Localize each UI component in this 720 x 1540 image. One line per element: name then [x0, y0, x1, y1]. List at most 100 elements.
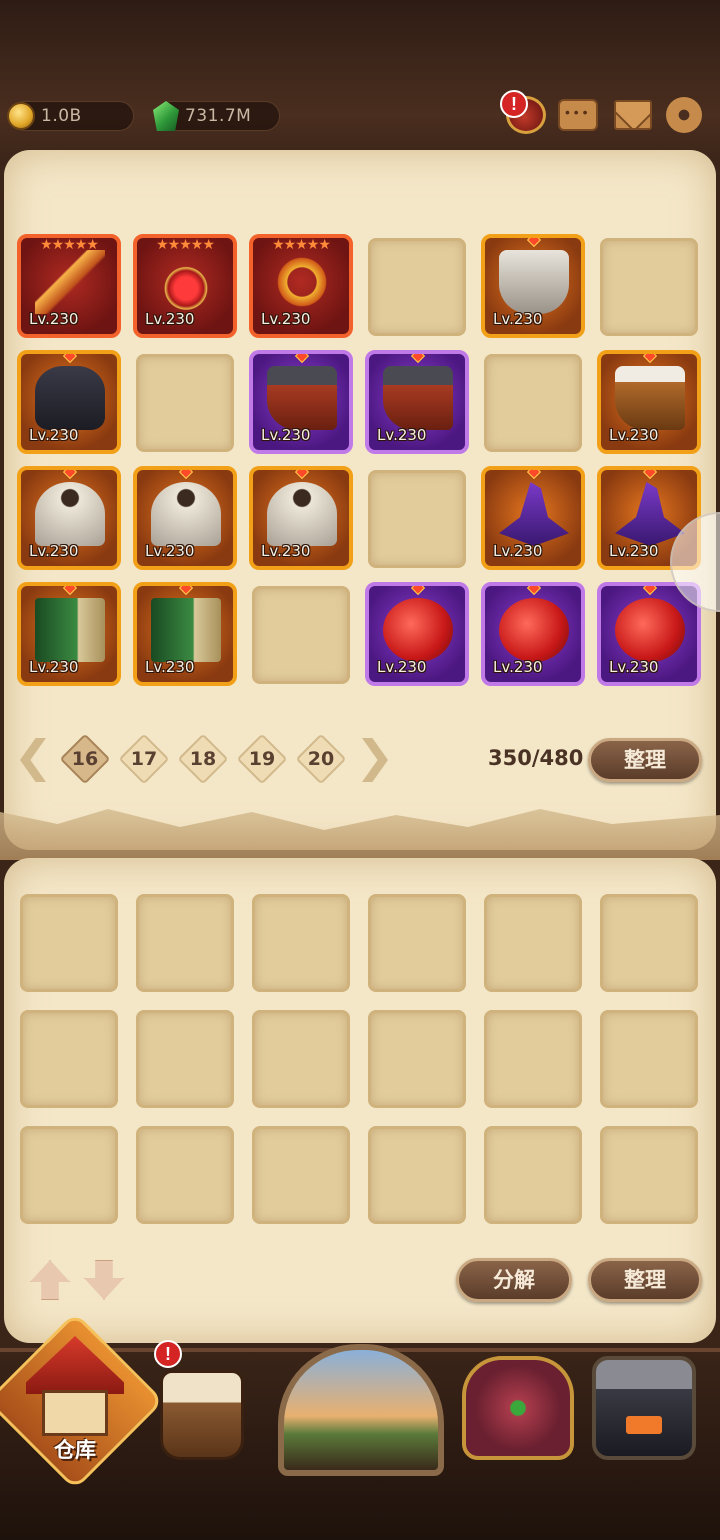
storage-slot[interactable]: [252, 1010, 350, 1108]
warehouse-house-icon: [42, 1390, 108, 1436]
mail-icon[interactable]: [614, 100, 652, 130]
storage-slot[interactable]: [368, 894, 466, 992]
rarity-pip-icon: [62, 354, 78, 364]
item-level: Lv.230: [493, 658, 543, 676]
flask-icon: [615, 598, 685, 662]
rarity-pip-icon: [410, 354, 426, 364]
item-level: Lv.230: [29, 426, 79, 444]
storage-slot[interactable]: [484, 894, 582, 992]
item-level: Lv.230: [377, 426, 427, 444]
book-icon: [35, 598, 105, 662]
storage-slot[interactable]: [600, 1010, 698, 1108]
storage-slot[interactable]: [484, 1010, 582, 1108]
storage-slot[interactable]: [20, 894, 118, 992]
hat-icon: [499, 482, 569, 546]
inventory-item-boot[interactable]: Lv.230: [365, 350, 469, 454]
weapon-icon: [35, 250, 105, 314]
flask-icon: [383, 598, 453, 662]
page-button-19[interactable]: 19: [239, 736, 285, 782]
rarity-pip-icon: [178, 586, 194, 596]
empty-slot[interactable]: [252, 586, 350, 684]
sort-button-top[interactable]: 整理: [588, 738, 702, 782]
inventory-item-ring[interactable]: ★★★★★ Lv.230: [249, 234, 353, 338]
item-level: Lv.230: [261, 310, 311, 328]
storage-slot[interactable]: [600, 1126, 698, 1224]
storage-slot[interactable]: [600, 894, 698, 992]
inventory-item-cloth[interactable]: Lv.230: [481, 234, 585, 338]
chat-icon[interactable]: [558, 99, 598, 131]
item-level: Lv.230: [261, 426, 311, 444]
forge-anvil-icon[interactable]: [592, 1356, 696, 1460]
treasure-gem-icon[interactable]: [462, 1356, 574, 1460]
rarity-pip-icon: [642, 354, 658, 364]
item-level: Lv.230: [29, 310, 79, 328]
storage-slot[interactable]: [484, 1126, 582, 1224]
empty-slot[interactable]: [136, 354, 234, 452]
inventory-item-flask[interactable]: Lv.230: [481, 582, 585, 686]
book-icon: [151, 598, 221, 662]
sort-button-bottom[interactable]: 整理: [588, 1258, 702, 1302]
inventory-capacity: 350/480: [488, 746, 584, 770]
gear-icon[interactable]: [666, 97, 702, 133]
rarity-pip-icon: [294, 470, 310, 480]
rarity-pip-icon: [526, 470, 542, 480]
helm-icon: [151, 482, 221, 546]
item-level: Lv.230: [29, 658, 79, 676]
item-level: Lv.230: [609, 426, 659, 444]
storage-slot[interactable]: [20, 1126, 118, 1224]
storage-slot[interactable]: [368, 1010, 466, 1108]
storage-slot[interactable]: [136, 1010, 234, 1108]
item-level: Lv.230: [609, 658, 659, 676]
inventory-item-helm[interactable]: Lv.230: [133, 466, 237, 570]
hat-icon: [615, 482, 685, 546]
empty-slot[interactable]: [368, 470, 466, 568]
page-button-20[interactable]: 20: [298, 736, 344, 782]
storage-slot[interactable]: [20, 1010, 118, 1108]
item-level: Lv.230: [609, 542, 659, 560]
empty-slot[interactable]: [600, 238, 698, 336]
item-level: Lv.230: [377, 658, 427, 676]
boot-icon: [383, 366, 453, 430]
rarity-pip-icon: [526, 238, 542, 248]
boot2-icon: [615, 366, 685, 430]
page-button-17[interactable]: 17: [121, 736, 167, 782]
inventory-item-helm[interactable]: Lv.230: [17, 466, 121, 570]
rarity-stars-icon: ★★★★★: [272, 236, 331, 252]
rarity-pip-icon: [410, 586, 426, 596]
item-level: Lv.230: [145, 542, 195, 560]
inventory-item-amulet[interactable]: ★★★★★ Lv.230: [133, 234, 237, 338]
rarity-pip-icon: [526, 586, 542, 596]
page-button-16[interactable]: 16: [62, 736, 108, 782]
inventory-item-book[interactable]: Lv.230: [133, 582, 237, 686]
page-button-18[interactable]: 18: [180, 736, 226, 782]
rarity-pip-icon: [178, 470, 194, 480]
ring-icon: [267, 250, 337, 314]
storage-slot[interactable]: [368, 1126, 466, 1224]
storage-slot[interactable]: [136, 1126, 234, 1224]
storage-slot[interactable]: [136, 894, 234, 992]
inventory-item-weapon[interactable]: ★★★★★ Lv.230: [17, 234, 121, 338]
inventory-item-flask[interactable]: Lv.230: [365, 582, 469, 686]
flask-icon: [499, 598, 569, 662]
inventory-item-boot[interactable]: Lv.230: [249, 350, 353, 454]
empty-slot[interactable]: [484, 354, 582, 452]
storage-slot[interactable]: [252, 894, 350, 992]
inventory-item-boot2[interactable]: Lv.230: [597, 350, 701, 454]
inventory-item-book[interactable]: Lv.230: [17, 582, 121, 686]
gem-amount: 731.7M: [185, 106, 252, 126]
storage-slot[interactable]: [252, 1126, 350, 1224]
item-level: Lv.230: [493, 310, 543, 328]
tavern-mug-icon[interactable]: [160, 1370, 244, 1460]
inventory-item-glove[interactable]: Lv.230: [17, 350, 121, 454]
inventory-item-hat[interactable]: Lv.230: [481, 466, 585, 570]
rarity-stars-icon: ★★★★★: [40, 236, 99, 252]
top-bar: [0, 0, 720, 165]
tavern-alert-badge: !: [154, 1340, 182, 1368]
empty-slot[interactable]: [368, 238, 466, 336]
rarity-stars-icon: ★★★★★: [156, 236, 215, 252]
boot-icon: [267, 366, 337, 430]
decompose-button[interactable]: 分解: [456, 1258, 572, 1302]
rarity-pip-icon: [642, 470, 658, 480]
inventory-item-helm[interactable]: Lv.230: [249, 466, 353, 570]
rarity-pip-icon: [642, 586, 658, 596]
